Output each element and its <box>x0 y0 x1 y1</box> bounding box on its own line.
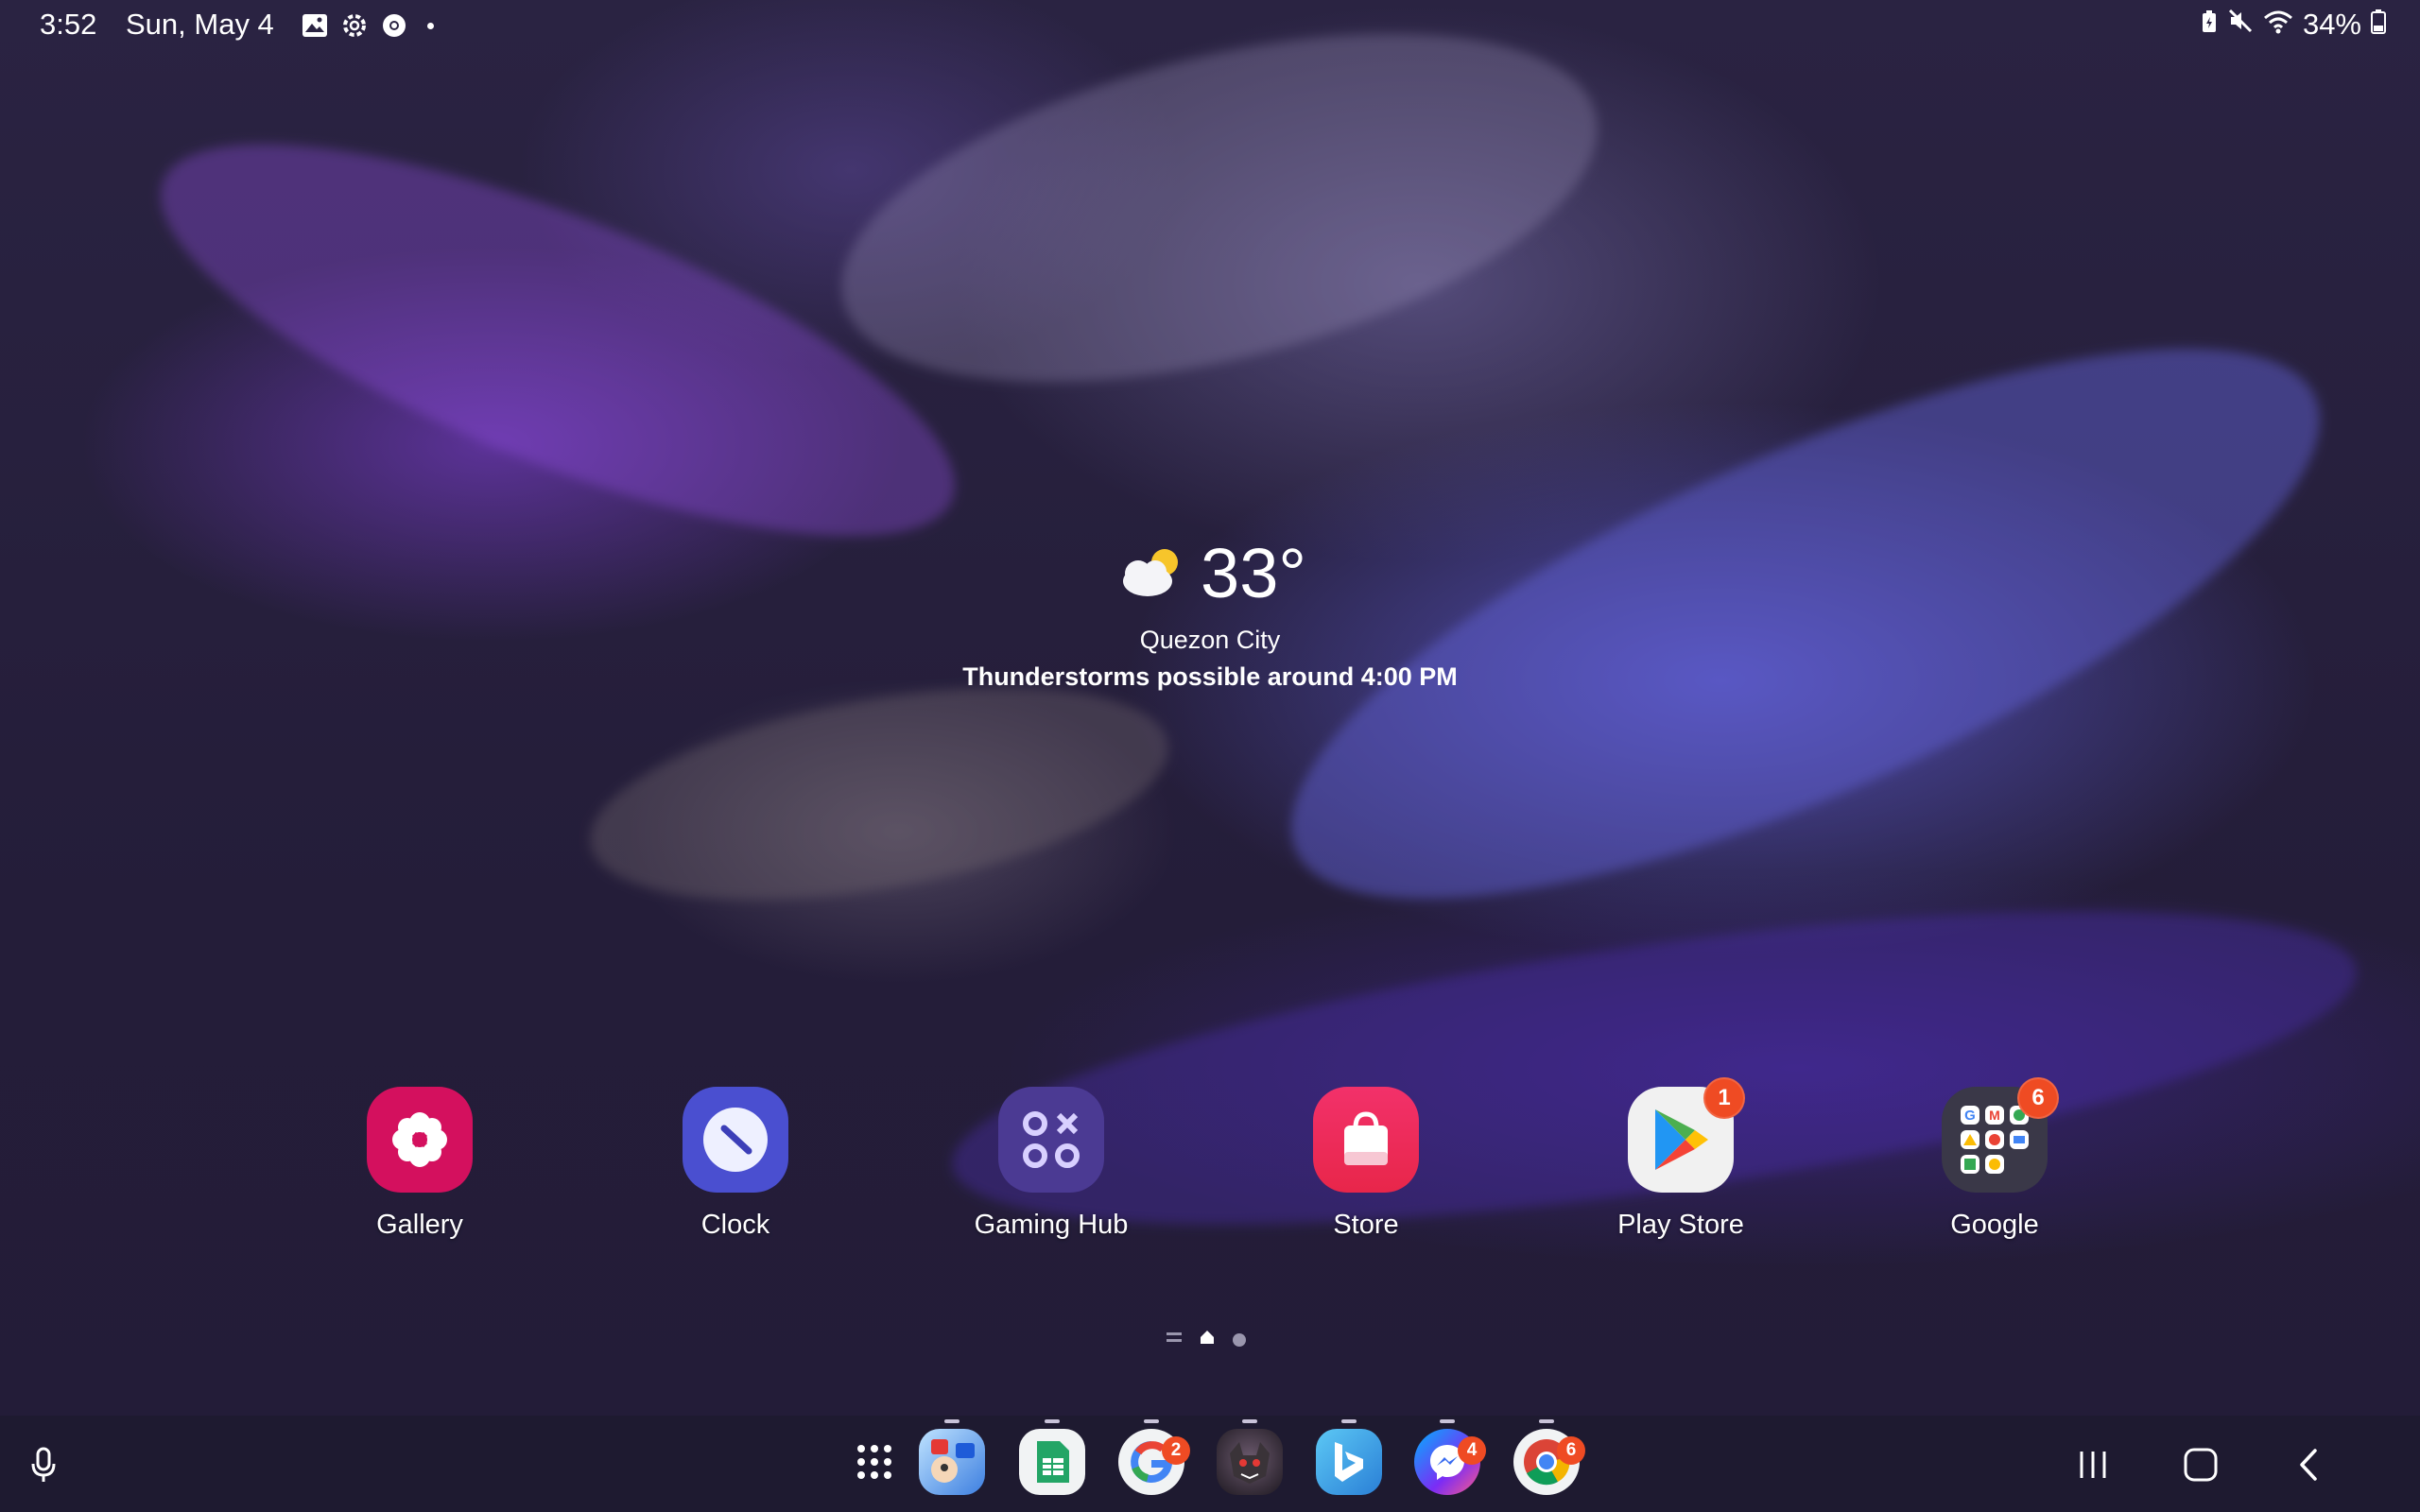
gallery-notification-icon <box>301 11 329 40</box>
chrome-notification-icon <box>380 11 408 40</box>
more-dot-icon <box>427 22 434 29</box>
home-icon[interactable] <box>2172 1435 2229 1495</box>
notification-badge: 2 <box>1162 1436 1190 1465</box>
app-play-store[interactable]: 1 Play Store <box>1567 1077 1794 1241</box>
apps-drawer-icon[interactable] <box>841 1429 908 1495</box>
svg-text:M: M <box>1989 1108 2000 1123</box>
chrome-icon[interactable]: 6 <box>1513 1419 1585 1495</box>
app-label: Store <box>1333 1210 1399 1240</box>
weather-widget[interactable]: 33° Quezon City Thunderstorms possible a… <box>945 539 1475 692</box>
gaming-hub-icon <box>998 1087 1104 1193</box>
dock <box>0 1416 2420 1512</box>
weather-forecast: Thunderstorms possible around 4:00 PM <box>962 662 1458 691</box>
svg-text:G: G <box>1964 1108 1976 1124</box>
wallpaper <box>0 0 2420 1512</box>
page-home-icon[interactable] <box>1199 1329 1216 1350</box>
app-label: Clock <box>700 1210 770 1240</box>
game-monster-icon[interactable] <box>1217 1419 1283 1495</box>
mute-icon <box>2227 8 2254 42</box>
math-game-icon[interactable] <box>919 1419 985 1495</box>
battery-saver-icon <box>2201 8 2218 42</box>
app-label: Gallery <box>376 1210 463 1240</box>
wifi-icon <box>2263 8 2293 42</box>
app-store[interactable]: Store <box>1253 1087 1479 1241</box>
recents-icon[interactable] <box>2065 1435 2121 1495</box>
galaxy-store-icon <box>1313 1087 1419 1193</box>
system-status: 34% <box>2201 8 2386 42</box>
page-dot[interactable] <box>1233 1332 1246 1347</box>
app-clock[interactable]: Clock <box>622 1087 849 1241</box>
gallery-icon <box>367 1087 473 1193</box>
google-app-icon[interactable]: 2 <box>1118 1419 1190 1495</box>
notification-icons <box>301 11 434 40</box>
app-label: Play Store <box>1617 1210 1744 1240</box>
status-time: 3:52 <box>40 8 97 41</box>
app-gaming-hub[interactable]: Gaming Hub <box>938 1087 1165 1241</box>
temperature: 33° <box>1201 534 1306 612</box>
google-folder-icon: G M 6 <box>1942 1077 2059 1193</box>
microphone-icon[interactable] <box>15 1435 72 1495</box>
status-bar: 3:52 Sun, May 4 34% <box>0 0 2420 49</box>
back-icon[interactable] <box>2280 1435 2337 1495</box>
clock-icon <box>683 1087 788 1193</box>
messenger-icon[interactable]: 4 <box>1414 1419 1486 1495</box>
settings-notification-icon <box>340 11 369 40</box>
bing-icon[interactable] <box>1316 1419 1382 1495</box>
app-google-folder[interactable]: G M 6 Google <box>1881 1077 2108 1241</box>
app-label: Gaming Hub <box>974 1210 1129 1240</box>
battery-level: 34% <box>2302 8 2361 41</box>
page-list-icon[interactable] <box>1167 1331 1182 1349</box>
notification-badge: 4 <box>1458 1436 1486 1465</box>
page-indicator[interactable] <box>1167 1329 1246 1350</box>
play-store-icon: 1 <box>1628 1077 1745 1193</box>
partly-cloudy-icon <box>1114 543 1189 605</box>
notification-badge: 6 <box>1557 1436 1585 1465</box>
notification-badge: 6 <box>2017 1077 2059 1119</box>
status-date: Sun, May 4 <box>126 8 274 41</box>
app-gallery[interactable]: Gallery <box>306 1087 533 1241</box>
battery-icon <box>2371 8 2386 42</box>
app-label: Google <box>1950 1210 2039 1240</box>
google-sheets-icon[interactable] <box>1019 1419 1085 1495</box>
notification-badge: 1 <box>1703 1077 1745 1119</box>
weather-city: Quezon City <box>1139 626 1281 654</box>
